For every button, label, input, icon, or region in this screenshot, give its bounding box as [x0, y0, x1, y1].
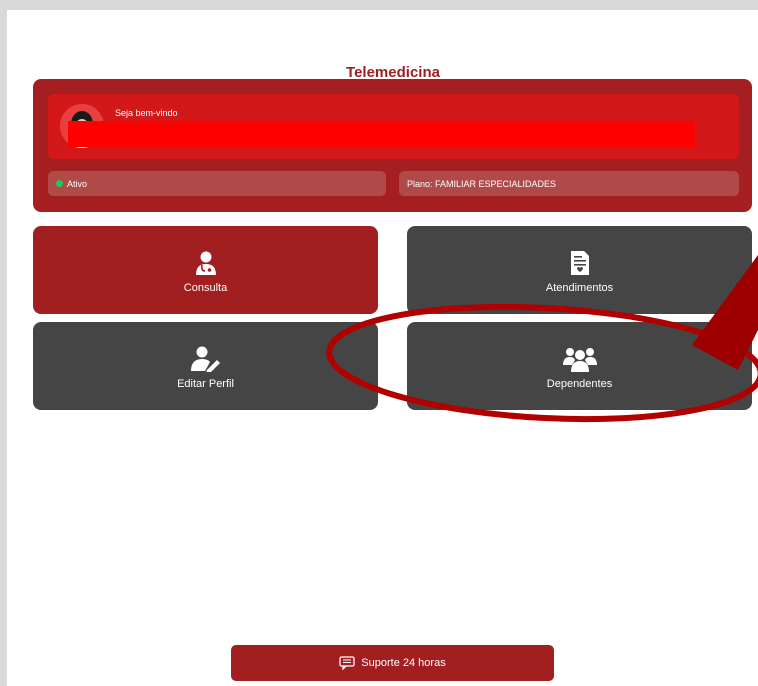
support-label: Suporte 24 horas	[361, 657, 446, 669]
chat-icon	[339, 656, 355, 670]
consulta-button[interactable]: Consulta	[33, 226, 378, 314]
app-page: Telemedicina Seja bem-vindo Ativo Plano:…	[7, 10, 758, 686]
welcome-greeting: Seja bem-vindo	[115, 108, 178, 118]
welcome-card: Seja bem-vindo Ativo Plano: FAMILIAR ESP…	[33, 79, 752, 212]
user-name-redacted	[68, 121, 695, 147]
consulta-label: Consulta	[183, 282, 228, 294]
editar-perfil-button[interactable]: Editar Perfil	[33, 322, 378, 410]
doctor-icon	[195, 250, 217, 276]
editar-perfil-label: Editar Perfil	[177, 378, 234, 390]
medical-record-icon	[570, 250, 590, 276]
status-badge: Ativo	[48, 171, 386, 196]
dependentes-label: Dependentes	[546, 378, 613, 390]
user-edit-icon	[190, 346, 221, 373]
status-text: Ativo	[67, 178, 88, 189]
users-group-icon	[562, 346, 597, 372]
atendimentos-label: Atendimentos	[545, 282, 614, 294]
atendimentos-button[interactable]: Atendimentos	[407, 226, 752, 314]
status-dot-icon	[56, 180, 63, 187]
support-button[interactable]: Suporte 24 horas	[231, 645, 554, 681]
welcome-banner: Seja bem-vindo	[48, 94, 739, 159]
plan-text: Plano: FAMILIAR ESPECIALIDADES	[407, 178, 557, 189]
dependentes-button[interactable]: Dependentes	[407, 322, 752, 410]
plan-badge: Plano: FAMILIAR ESPECIALIDADES	[399, 171, 739, 196]
